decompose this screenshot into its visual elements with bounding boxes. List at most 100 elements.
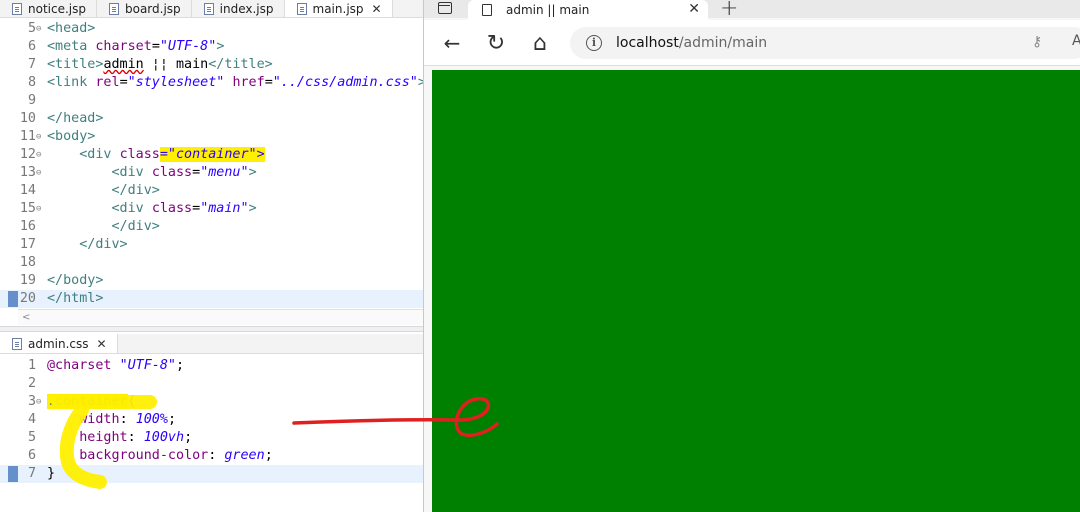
fold-toggle-icon[interactable]: ⊖ xyxy=(36,164,41,182)
close-icon[interactable]: ✕ xyxy=(97,337,107,351)
line-number: 17 xyxy=(19,237,36,252)
code-line[interactable]: 7 <title>admin ¦¦ main</title> xyxy=(0,56,423,74)
code-token: ; xyxy=(176,358,185,373)
browser-tab-strip: admin || main ✕ + xyxy=(424,0,1080,21)
code-line[interactable]: 11 ⊖ <body> xyxy=(0,128,423,146)
tab-label: main.jsp xyxy=(312,1,364,16)
code-token: <div xyxy=(111,201,152,216)
jsp-code-area[interactable]: 5 ⊖ <head> 6 <meta charset="UTF-8"> 7 <title>a… xyxy=(0,20,423,308)
code-token: = xyxy=(264,75,273,90)
code-line[interactable]: 9 xyxy=(0,92,423,110)
close-icon[interactable]: ✕ xyxy=(688,1,700,17)
code-text: </div> xyxy=(47,236,127,254)
line-number: 20 xyxy=(19,291,36,306)
code-line[interactable]: 2 xyxy=(0,375,423,393)
code-token: class xyxy=(151,201,193,216)
code-line[interactable]: 1 @charset "UTF-8"; xyxy=(0,357,423,375)
fold-toggle-icon[interactable]: ⊖ xyxy=(36,146,41,164)
css-code-area[interactable]: 1 @charset "UTF-8"; 2 3 ⊖ .container{4 width:… xyxy=(0,357,423,483)
code-line[interactable]: 6 <meta charset="UTF-8"> xyxy=(0,38,423,56)
pane-divider[interactable] xyxy=(0,326,423,332)
code-token: admin xyxy=(103,57,144,72)
fold-toggle-icon[interactable]: ⊖ xyxy=(36,128,41,146)
tab-strip-icon[interactable] xyxy=(438,2,452,14)
code-text: <body> xyxy=(47,128,95,146)
code-line[interactable]: 19 </body> xyxy=(0,272,423,290)
code-token: = xyxy=(151,39,160,54)
browser-tab[interactable]: admin || main ✕ xyxy=(468,0,708,20)
code-line[interactable]: 17 </div> xyxy=(0,236,423,254)
code-token: : xyxy=(127,430,144,445)
code-token: </title> xyxy=(208,57,273,72)
tab-admin-css[interactable]: admin.css ✕ xyxy=(0,334,118,353)
code-text: background-color: green; xyxy=(47,447,273,465)
code-line[interactable]: 8 <link rel="stylesheet" href="../css/adm… xyxy=(0,74,423,92)
url-host: localhost xyxy=(616,35,679,51)
code-line[interactable]: 16 </div> xyxy=(0,218,423,236)
code-line[interactable]: 20 </html> xyxy=(0,290,423,308)
code-text: <div class="container"> xyxy=(47,146,265,164)
fold-toggle-icon[interactable]: ⊖ xyxy=(36,200,41,218)
code-line[interactable]: 7} xyxy=(0,465,423,483)
line-number: 7 xyxy=(27,57,36,72)
tab-board-jsp[interactable]: board.jsp xyxy=(97,0,192,17)
key-icon[interactable]: ⚷ xyxy=(1032,34,1042,50)
code-token: : xyxy=(119,412,136,427)
tab-main-jsp[interactable]: main.jsp ✕ xyxy=(284,0,393,17)
read-aloud-icon[interactable]: A xyxy=(1072,33,1080,49)
reload-icon[interactable]: ↻ xyxy=(482,29,510,57)
code-text: <title>admin ¦¦ main</title> xyxy=(47,56,273,74)
code-token: </head> xyxy=(47,111,104,126)
code-text: </div> xyxy=(47,218,160,236)
code-token: "UTF-8" xyxy=(159,39,217,54)
code-text: .container{ xyxy=(47,393,136,411)
code-line[interactable]: 12 ⊖ <div class="container"> xyxy=(0,146,423,164)
line-number: 19 xyxy=(19,273,36,288)
code-text: <meta charset="UTF-8"> xyxy=(47,38,224,56)
code-token: <link xyxy=(47,75,96,90)
browser-tab-title: admin || main xyxy=(506,3,590,17)
code-line[interactable]: 14 </div> xyxy=(0,182,423,200)
code-token: <head> xyxy=(47,21,96,36)
code-line[interactable]: 15 ⊖ <div class="main"> xyxy=(0,200,423,218)
line-number: 6 xyxy=(27,448,36,463)
back-arrow-icon[interactable]: ← xyxy=(438,29,466,57)
code-line[interactable]: 13 ⊖ <div class="menu"> xyxy=(0,164,423,182)
code-line[interactable]: 3 ⊖ .container{ xyxy=(0,393,423,411)
tab-index-jsp[interactable]: index.jsp xyxy=(192,0,285,17)
code-line[interactable]: 4 width: 100%; xyxy=(0,411,423,429)
code-token: > xyxy=(248,165,257,180)
code-token: rel xyxy=(95,75,120,90)
scroll-left-icon[interactable]: < xyxy=(22,312,30,323)
tab-notice-jsp[interactable]: notice.jsp xyxy=(0,0,97,17)
fold-toggle-icon[interactable]: ⊖ xyxy=(36,20,41,38)
line-number: 1 xyxy=(27,358,36,373)
line-number: 11 xyxy=(19,129,36,144)
line-number: 12 xyxy=(19,147,36,162)
line-number: 15 xyxy=(19,201,36,216)
horizontal-scrollbar[interactable]: < xyxy=(18,309,423,325)
code-line[interactable]: 10 </head> xyxy=(0,110,423,128)
code-token: ; xyxy=(184,430,193,445)
code-line[interactable]: 18 xyxy=(0,254,423,272)
code-line[interactable]: 5 ⊖ <head> xyxy=(0,20,423,38)
code-line[interactable]: 6 background-color: green; xyxy=(0,447,423,465)
close-icon[interactable]: ✕ xyxy=(372,2,382,16)
new-tab-button[interactable]: + xyxy=(720,0,738,21)
browser-toolbar: ← ↻ ⌂ i localhost/admin/main ⚷ A xyxy=(424,20,1080,66)
home-icon[interactable]: ⌂ xyxy=(526,29,554,57)
line-number: 6 xyxy=(27,39,36,54)
code-text: height: 100vh; xyxy=(47,429,192,447)
file-icon xyxy=(12,2,22,15)
fold-toggle-icon[interactable]: ⊖ xyxy=(36,393,41,411)
address-bar[interactable]: i localhost/admin/main ⚷ A xyxy=(570,27,1080,59)
code-line[interactable]: 5 height: 100vh; xyxy=(0,429,423,447)
info-icon[interactable]: i xyxy=(586,35,602,51)
page-icon xyxy=(482,4,492,16)
line-number: 9 xyxy=(27,93,36,108)
line-number: 5 xyxy=(27,430,36,445)
code-text: width: 100%; xyxy=(47,411,176,429)
